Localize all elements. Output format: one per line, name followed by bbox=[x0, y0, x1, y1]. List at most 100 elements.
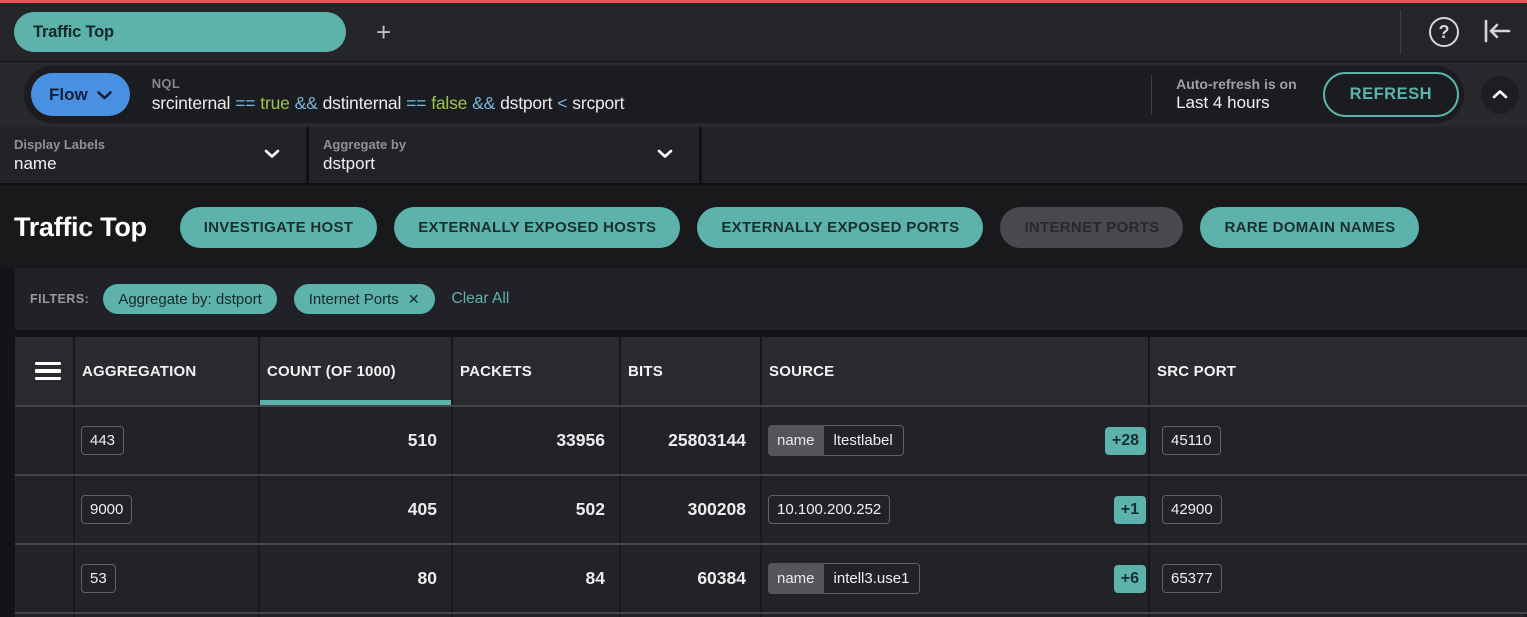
count-cell: 80 bbox=[260, 545, 453, 612]
externally-exposed-hosts-button[interactable]: EXTERNALLY EXPOSED HOSTS bbox=[394, 207, 680, 248]
table-row-partial bbox=[15, 612, 1527, 617]
source-tag-key: name bbox=[768, 563, 824, 594]
column-header-count[interactable]: COUNT (OF 1000) bbox=[260, 337, 453, 405]
refresh-button[interactable]: REFRESH bbox=[1323, 72, 1459, 117]
source-tag[interactable]: name intell3.use1 bbox=[768, 563, 920, 594]
column-header-bits[interactable]: BITS bbox=[621, 337, 762, 405]
source-ip-chip[interactable]: 10.100.200.252 bbox=[768, 495, 890, 524]
column-header-source[interactable]: SOURCE bbox=[762, 337, 1150, 405]
source-tag-value: intell3.use1 bbox=[824, 563, 921, 594]
query-token: true bbox=[260, 93, 289, 113]
page-title: Traffic Top bbox=[14, 212, 147, 243]
bits-cell: 300208 bbox=[621, 476, 762, 543]
help-button[interactable]: ? bbox=[1429, 17, 1459, 47]
nql-label: NQL bbox=[152, 76, 630, 91]
nql-block: NQL srcinternal==true&&dstinternal==fals… bbox=[152, 76, 630, 114]
table-row[interactable]: 443 510 33956 25803144 name ltestlabel +… bbox=[15, 405, 1527, 474]
help-icon: ? bbox=[1429, 17, 1459, 47]
aggregate-by-dropdown[interactable]: Aggregate by dstport bbox=[309, 127, 699, 183]
source-cell: name ltestlabel +28 bbox=[762, 407, 1150, 474]
add-tab-button[interactable]: + bbox=[370, 19, 397, 45]
column-header-packets[interactable]: PACKETS bbox=[453, 337, 621, 405]
arrow-left-to-bar-icon bbox=[1481, 16, 1513, 49]
packets-cell: 502 bbox=[453, 476, 621, 543]
source-cell: 10.100.200.252 +1 bbox=[762, 476, 1150, 543]
traffic-table: AGGREGATION COUNT (OF 1000) PACKETS BITS… bbox=[15, 337, 1527, 617]
aggregation-chip[interactable]: 443 bbox=[81, 426, 124, 455]
query-mode-dropdown[interactable]: Flow bbox=[31, 73, 130, 116]
query-token: == bbox=[235, 93, 255, 113]
column-header-src-port[interactable]: SRC PORT bbox=[1150, 337, 1527, 405]
filter-chip-label: Internet Ports bbox=[309, 291, 399, 308]
src-port-chip[interactable]: 45110 bbox=[1162, 426, 1221, 455]
query-container: Flow NQL srcinternal==true&&dstinternal=… bbox=[24, 66, 1464, 123]
aggregation-cell: 443 bbox=[75, 407, 260, 474]
display-labels-inner: Display Labels name bbox=[0, 137, 264, 174]
main-content: Traffic Top INVESTIGATE HOST EXTERNALLY … bbox=[0, 185, 1527, 617]
hamburger-menu-icon[interactable] bbox=[35, 362, 61, 381]
filter-chip-aggregate-by[interactable]: Aggregate by: dstport bbox=[103, 284, 276, 314]
source-tag-key: name bbox=[768, 425, 824, 456]
collapse-panel-button[interactable] bbox=[1481, 16, 1513, 49]
query-token: dstinternal bbox=[323, 93, 402, 113]
row-menu-cell bbox=[15, 545, 75, 612]
nql-query-input[interactable]: srcinternal==true&&dstinternal==false&&d… bbox=[152, 93, 630, 114]
investigate-host-button[interactable]: INVESTIGATE HOST bbox=[180, 207, 378, 248]
query-mode-label: Flow bbox=[49, 85, 88, 105]
more-sources-badge[interactable]: +1 bbox=[1114, 496, 1146, 524]
query-token: false bbox=[431, 93, 467, 113]
column-header-aggregation[interactable]: AGGREGATION bbox=[75, 337, 260, 405]
query-bar: Flow NQL srcinternal==true&&dstinternal=… bbox=[0, 62, 1527, 127]
display-labels-value: name bbox=[14, 154, 264, 174]
aggregate-by-label: Aggregate by bbox=[323, 137, 657, 152]
clear-all-filters-button[interactable]: Clear All bbox=[452, 290, 510, 308]
packets-cell: 33956 bbox=[453, 407, 621, 474]
query-token: && bbox=[472, 93, 495, 113]
aggregate-by-inner: Aggregate by dstport bbox=[309, 137, 657, 174]
auto-refresh-block[interactable]: Auto-refresh is on Last 4 hours bbox=[1176, 76, 1297, 113]
src-port-chip[interactable]: 65377 bbox=[1162, 564, 1222, 593]
query-token: < bbox=[557, 93, 567, 113]
tab-bar: Traffic Top + ? bbox=[0, 3, 1527, 62]
source-tag[interactable]: name ltestlabel bbox=[768, 425, 904, 456]
internet-ports-button: INTERNET PORTS bbox=[1000, 207, 1183, 248]
query-token: srcport bbox=[572, 93, 624, 113]
table-row[interactable]: 53 80 84 60384 name intell3.use1 +6 6537… bbox=[15, 543, 1527, 612]
chevron-down-icon bbox=[97, 85, 112, 105]
packets-cell: 84 bbox=[453, 545, 621, 612]
bits-cell: 25803144 bbox=[621, 407, 762, 474]
query-token: && bbox=[295, 93, 318, 113]
more-sources-badge[interactable]: +6 bbox=[1114, 565, 1146, 593]
table-header-row: AGGREGATION COUNT (OF 1000) PACKETS BITS… bbox=[15, 337, 1527, 405]
chevron-up-icon bbox=[1492, 87, 1508, 102]
aggregate-by-value: dstport bbox=[323, 154, 657, 174]
src-port-chip[interactable]: 42900 bbox=[1162, 495, 1222, 524]
src-port-cell: 65377 bbox=[1150, 545, 1527, 612]
collapse-query-bar-button[interactable] bbox=[1481, 76, 1519, 114]
controls-divider bbox=[699, 127, 702, 183]
display-labels-dropdown[interactable]: Display Labels name bbox=[0, 127, 306, 183]
filters-panel: FILTERS: Aggregate by: dstport Internet … bbox=[15, 268, 1527, 330]
table-menu-cell bbox=[15, 337, 75, 405]
query-token: dstport bbox=[500, 93, 552, 113]
aggregation-chip[interactable]: 53 bbox=[81, 564, 116, 593]
more-sources-badge[interactable]: +28 bbox=[1105, 427, 1146, 455]
filter-chip-internet-ports[interactable]: Internet Ports ✕ bbox=[294, 284, 435, 314]
rare-domain-names-button[interactable]: RARE DOMAIN NAMES bbox=[1200, 207, 1419, 248]
row-menu-cell bbox=[15, 407, 75, 474]
src-port-cell: 42900 bbox=[1150, 476, 1527, 543]
remove-filter-icon[interactable]: ✕ bbox=[408, 291, 420, 308]
title-row: Traffic Top INVESTIGATE HOST EXTERNALLY … bbox=[0, 185, 1527, 248]
table-row[interactable]: 9000 405 502 300208 10.100.200.252 +1 42… bbox=[15, 474, 1527, 543]
display-labels-label: Display Labels bbox=[14, 137, 264, 152]
chevron-down-icon bbox=[657, 146, 673, 164]
aggregation-cell: 9000 bbox=[75, 476, 260, 543]
source-cell: name intell3.use1 +6 bbox=[762, 545, 1150, 612]
externally-exposed-ports-button[interactable]: EXTERNALLY EXPOSED PORTS bbox=[697, 207, 983, 248]
query-token: srcinternal bbox=[152, 93, 231, 113]
tab-traffic-top[interactable]: Traffic Top bbox=[14, 12, 346, 52]
source-tag-value: ltestlabel bbox=[824, 425, 904, 456]
count-cell: 510 bbox=[260, 407, 453, 474]
chevron-down-icon bbox=[264, 146, 280, 164]
aggregation-chip[interactable]: 9000 bbox=[81, 495, 132, 524]
